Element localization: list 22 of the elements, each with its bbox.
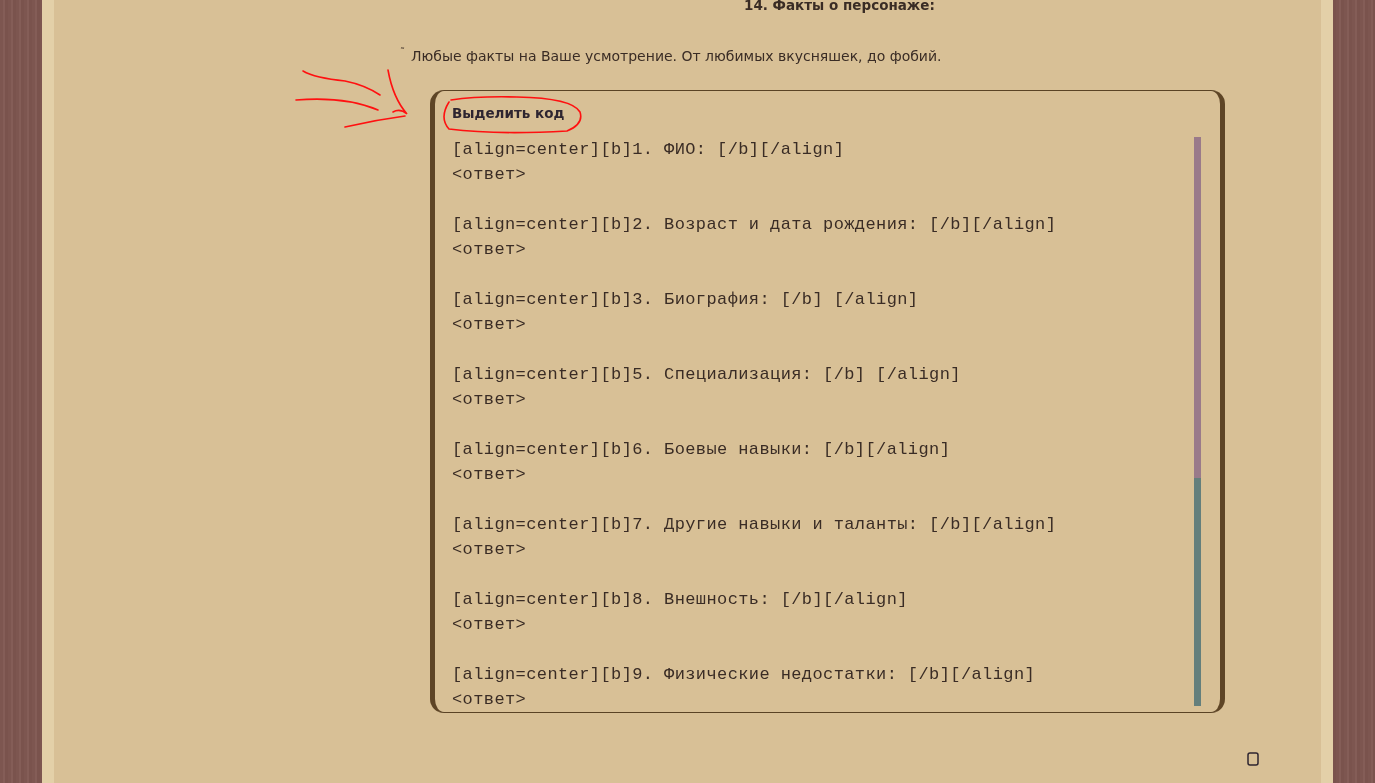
section-heading: 14. Факты о персонаже: bbox=[744, 0, 935, 13]
code-line: [align=center][b]1. ФИО: [/b][/align] bbox=[452, 139, 846, 161]
select-code-link[interactable]: Выделить код bbox=[452, 105, 1220, 121]
quote-mark: ˜ bbox=[400, 48, 405, 58]
square-icon bbox=[1247, 752, 1259, 766]
code-line: [align=center][b]6. Боевые навыки: [/b][/align] bbox=[452, 439, 952, 461]
code-line: <ответ> bbox=[452, 239, 528, 261]
quote-text: Любые факты на Ваше усмотрение. От любимых вкусняшек, до фобий. bbox=[411, 48, 942, 64]
code-line: [align=center][b]7. Другие навыки и таланты: [/b][/align] bbox=[452, 514, 1058, 536]
code-line: <ответ> bbox=[452, 614, 528, 636]
code-line: <ответ> bbox=[452, 539, 528, 561]
code-line: [align=center][b]2. Возраст и дата рождения: [/b][/align] bbox=[452, 214, 1058, 236]
code-line: <ответ> bbox=[452, 389, 528, 411]
code-line: <ответ> bbox=[452, 314, 528, 336]
scrollbar[interactable] bbox=[1194, 137, 1201, 706]
code-line: [align=center][b]5. Специализация: [/b] [/align] bbox=[452, 364, 962, 386]
code-line: [align=center][b]8. Внешность: [/b][/align] bbox=[452, 589, 909, 611]
code-line: <ответ> bbox=[452, 464, 528, 486]
code-line: <ответ> bbox=[452, 689, 528, 707]
code-line: [align=center][b]3. Биография: [/b] [/align] bbox=[452, 289, 920, 311]
code-line: <ответ> bbox=[452, 164, 528, 186]
code-line: [align=center][b]9. Физические недостатки: [/b][/align] bbox=[452, 664, 1037, 686]
